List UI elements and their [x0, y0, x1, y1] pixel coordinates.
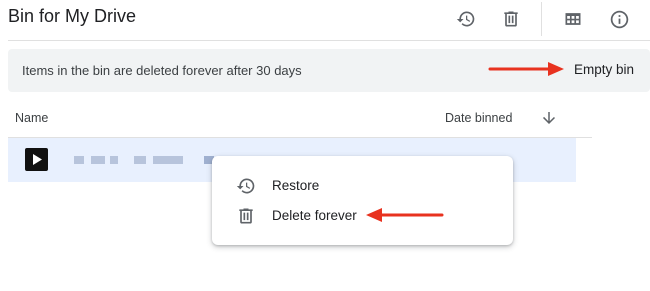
header-divider-line: [8, 40, 650, 41]
header-divider: [541, 2, 542, 36]
menu-item-label: Restore: [272, 178, 320, 193]
menu-item-delete-forever[interactable]: Delete forever: [212, 202, 513, 230]
annotation-arrow-delete-forever: [366, 208, 444, 222]
column-header-name[interactable]: Name: [15, 111, 48, 125]
bin-retention-message: Items in the bin are deleted forever aft…: [22, 63, 302, 78]
restore-icon: [236, 176, 256, 201]
trash-icon: [236, 206, 256, 231]
video-file-icon: [25, 148, 48, 171]
menu-item-restore[interactable]: Restore: [212, 172, 513, 200]
history-icon[interactable]: [452, 5, 480, 33]
annotation-arrow-empty-bin: [488, 62, 564, 76]
sort-arrow-down-icon[interactable]: [540, 109, 558, 132]
empty-bin-button[interactable]: Empty bin: [574, 62, 634, 77]
trash-icon[interactable]: [497, 5, 525, 33]
context-menu: Restore Delete forever: [212, 156, 513, 245]
info-icon[interactable]: [605, 5, 633, 33]
page-title: Bin for My Drive: [8, 6, 137, 26]
menu-item-label: Delete forever: [272, 208, 357, 223]
column-header-date-binned[interactable]: Date binned: [445, 111, 512, 125]
grid-view-icon[interactable]: [559, 5, 587, 33]
